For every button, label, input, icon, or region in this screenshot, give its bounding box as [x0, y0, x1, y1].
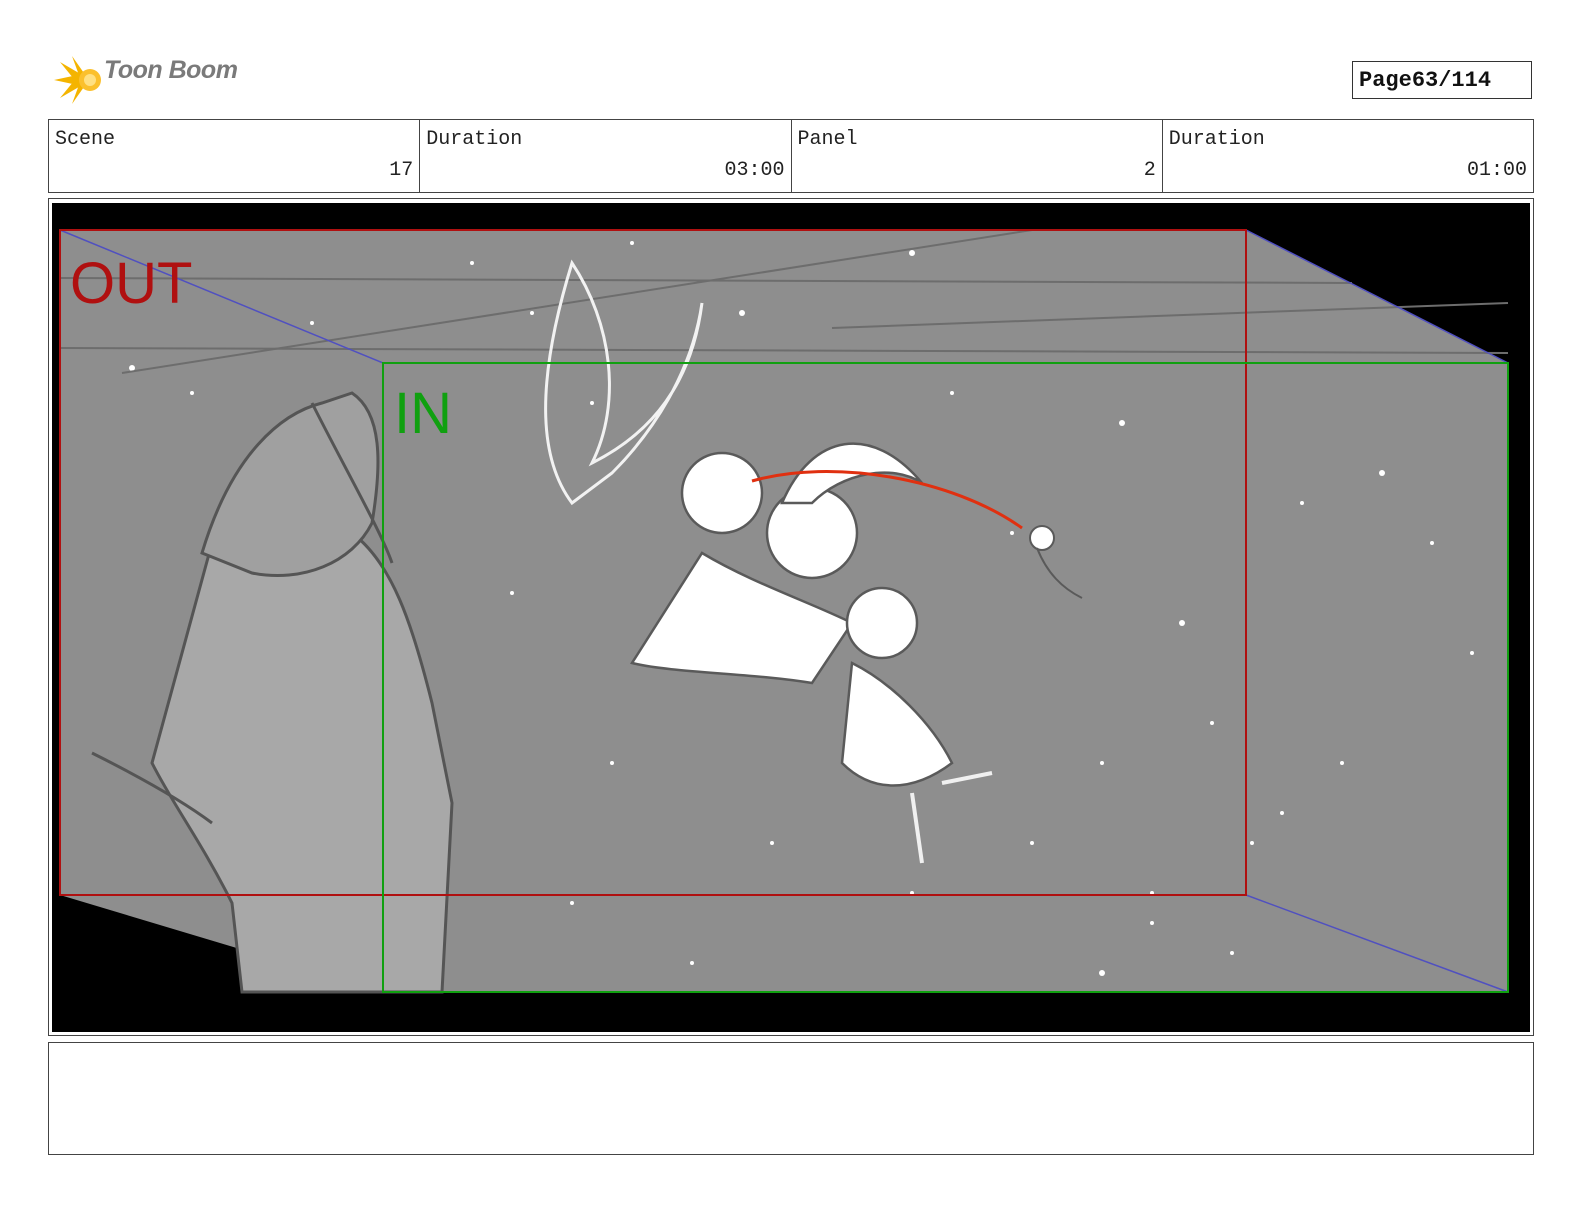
scene-duration-value: 03:00 [724, 159, 785, 182]
panel-value: 2 [1143, 159, 1156, 182]
scene-duration-cell: Duration 03:00 [420, 120, 792, 192]
storyboard-panel: OUT IN [52, 203, 1530, 1032]
toon-boom-logo: Toon Boom [52, 54, 252, 106]
panel-notes-box[interactable] [48, 1042, 1534, 1155]
scene-value: 17 [389, 159, 414, 182]
out-label: OUT [70, 251, 192, 316]
page-value: 63/114 [1411, 67, 1492, 93]
in-label: IN [394, 381, 452, 446]
panel-duration-cell: Duration 01:00 [1163, 120, 1533, 192]
scene-duration-label: Duration [426, 128, 523, 151]
logo-text: Toon Boom [104, 56, 238, 84]
starburst-icon [54, 56, 101, 104]
scene-info-row: Scene 17 Duration 03:00 Panel 2 Duration… [48, 119, 1534, 193]
panel-drawing: OUT IN [59, 229, 1509, 994]
panel-label: Panel [797, 128, 858, 151]
panel-cell: Panel 2 [792, 120, 1163, 192]
scene-cell: Scene 17 [49, 120, 421, 192]
scene-label: Scene [55, 128, 116, 151]
panel-duration-value: 01:00 [1466, 159, 1527, 182]
page-label: Page [1359, 67, 1412, 93]
page-indicator: Page 63/114 [1352, 61, 1532, 99]
panel-duration-label: Duration [1168, 128, 1265, 151]
